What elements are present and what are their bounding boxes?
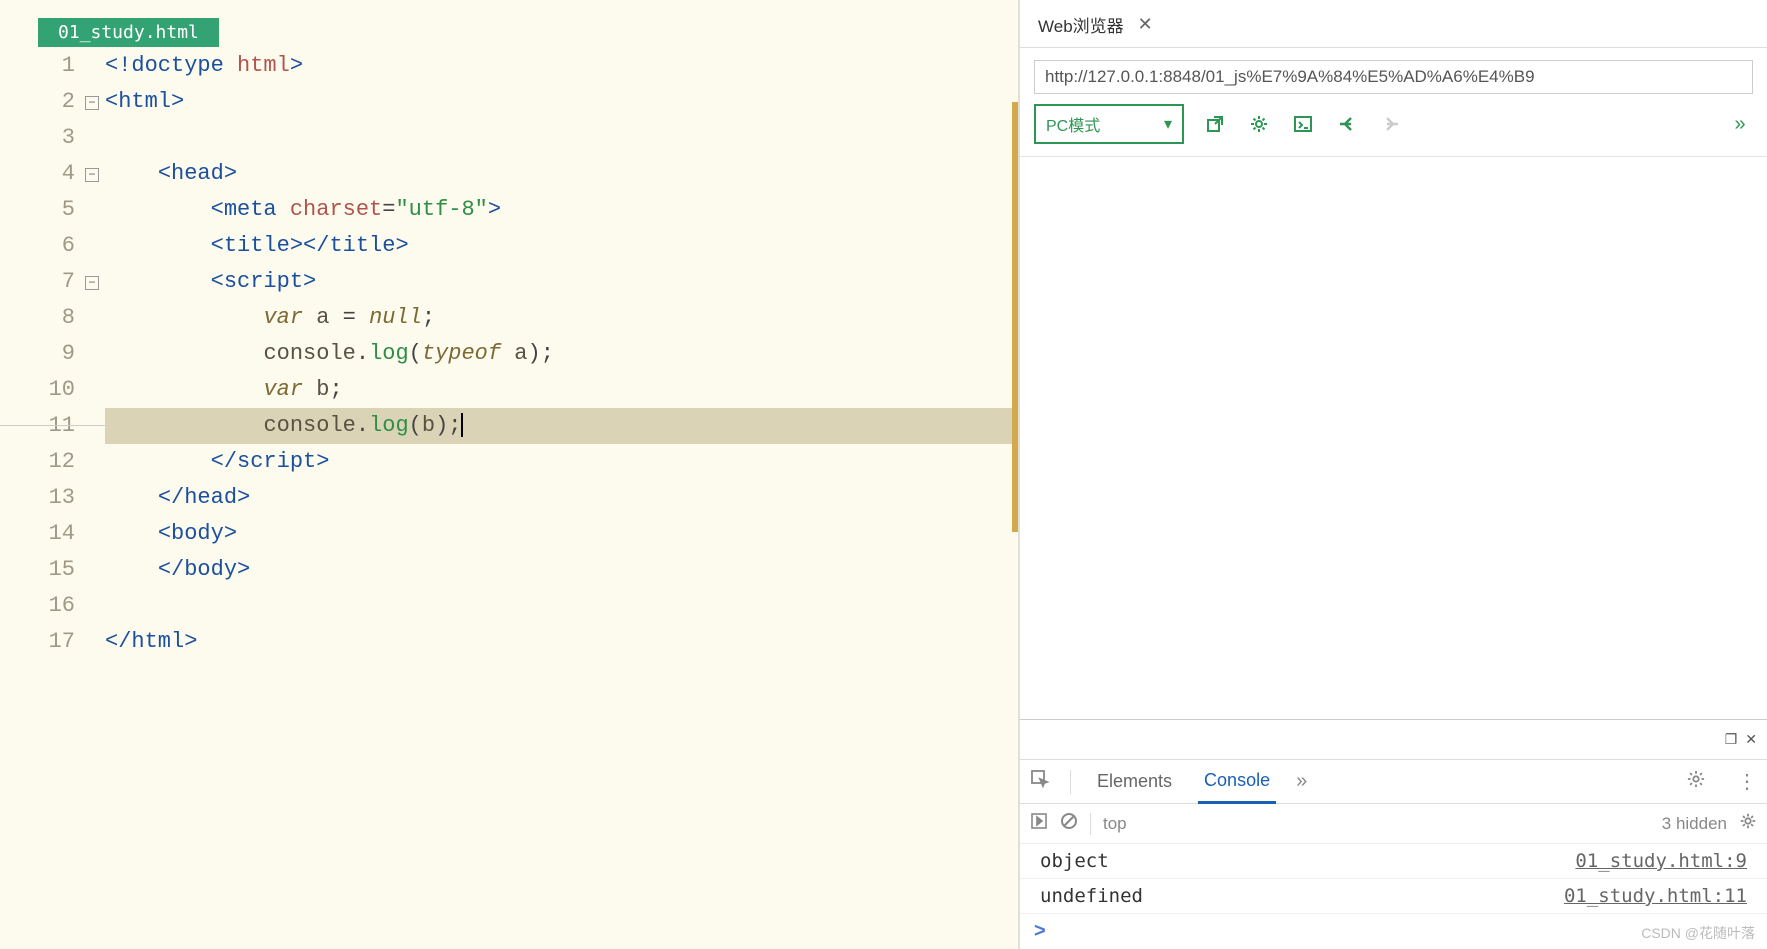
play-icon[interactable] bbox=[1030, 812, 1048, 835]
editor-tab-bar: 01_study.html bbox=[0, 0, 1018, 48]
separator bbox=[1070, 770, 1071, 794]
browser-tab-bar: Web浏览器 ✕ bbox=[1020, 0, 1767, 48]
editor-scrollbar[interactable] bbox=[1012, 102, 1018, 532]
dock-icon[interactable]: ❐ bbox=[1725, 731, 1738, 748]
browser-viewport bbox=[1020, 157, 1767, 719]
tab-elements[interactable]: Elements bbox=[1091, 761, 1178, 802]
browser-pane: Web浏览器 ✕ http://127.0.0.1:8848/01_js%E7%… bbox=[1018, 0, 1767, 949]
back-arrow-icon[interactable] bbox=[1334, 111, 1360, 137]
fold-toggle[interactable]: − bbox=[85, 96, 99, 110]
browser-tab[interactable]: Web浏览器 ✕ bbox=[1020, 4, 1171, 47]
context-selector[interactable]: top bbox=[1103, 814, 1127, 834]
code-area[interactable]: <!doctype html><html> <head> <meta chars… bbox=[105, 48, 1018, 949]
close-icon[interactable]: ✕ bbox=[1138, 14, 1153, 35]
console-row: object01_study.html:9 bbox=[1020, 844, 1767, 879]
more-icon[interactable]: » bbox=[1727, 111, 1753, 137]
separator bbox=[1090, 813, 1091, 835]
fold-toggle[interactable]: − bbox=[85, 276, 99, 290]
url-input[interactable]: http://127.0.0.1:8848/01_js%E7%9A%84%E5%… bbox=[1034, 60, 1753, 94]
console-message: object bbox=[1040, 850, 1575, 872]
chevron-down-icon: ▾ bbox=[1164, 114, 1172, 134]
gear-icon[interactable] bbox=[1246, 111, 1272, 137]
console-icon[interactable] bbox=[1290, 111, 1316, 137]
browser-tab-label: Web浏览器 bbox=[1038, 12, 1124, 37]
forward-arrow-icon[interactable] bbox=[1378, 111, 1404, 137]
console-source-link[interactable]: 01_study.html:11 bbox=[1564, 885, 1747, 907]
console-source-link[interactable]: 01_study.html:9 bbox=[1575, 850, 1747, 872]
console-output: object01_study.html:9undefined01_study.h… bbox=[1020, 844, 1767, 914]
devtools-titlebar: ❐ ✕ bbox=[1020, 720, 1767, 760]
gear-icon[interactable] bbox=[1687, 770, 1705, 794]
mode-label: PC模式 bbox=[1046, 112, 1100, 136]
kebab-icon[interactable]: ⋮ bbox=[1737, 769, 1757, 794]
watermark: CSDN @花随叶落 bbox=[1641, 923, 1755, 943]
browser-toolbar: PC模式 ▾ » bbox=[1020, 104, 1767, 157]
console-row: undefined01_study.html:11 bbox=[1020, 879, 1767, 914]
devtools-tabs: Elements Console » ⋮ bbox=[1020, 760, 1767, 804]
editor-pane: 01_study.html 1234567891011121314151617 … bbox=[0, 0, 1018, 949]
clear-icon[interactable] bbox=[1060, 812, 1078, 835]
editor-tab[interactable]: 01_study.html bbox=[38, 18, 219, 47]
fold-toggle[interactable]: − bbox=[85, 168, 99, 182]
line-number-gutter: 1234567891011121314151617 bbox=[0, 48, 85, 949]
fold-column: − − − bbox=[85, 48, 105, 949]
close-icon[interactable]: ✕ bbox=[1745, 731, 1757, 748]
more-tabs-icon[interactable]: » bbox=[1296, 770, 1307, 793]
console-filter-bar: top 3 hidden bbox=[1020, 804, 1767, 844]
console-message: undefined bbox=[1040, 885, 1564, 907]
devtools-panel: ❐ ✕ Elements Console » ⋮ top bbox=[1020, 719, 1767, 949]
open-external-icon[interactable] bbox=[1202, 111, 1228, 137]
tab-console[interactable]: Console bbox=[1198, 760, 1276, 804]
mode-select[interactable]: PC模式 ▾ bbox=[1034, 104, 1184, 144]
hidden-count: 3 hidden bbox=[1662, 814, 1727, 834]
inspect-icon[interactable] bbox=[1030, 769, 1050, 794]
code-editor[interactable]: 1234567891011121314151617 − − − <!doctype … bbox=[0, 48, 1018, 949]
gear-icon[interactable] bbox=[1739, 812, 1757, 835]
